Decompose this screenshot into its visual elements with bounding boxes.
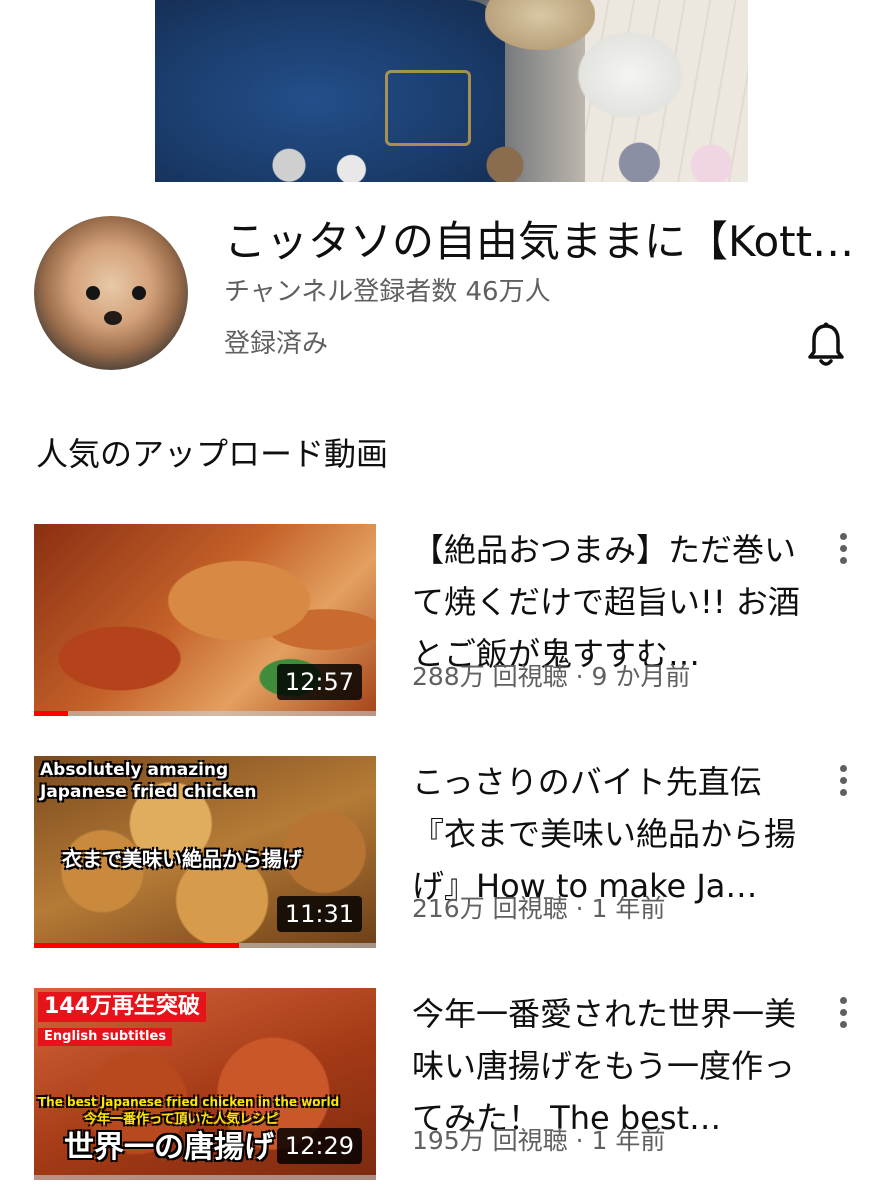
subscriber-count: チャンネル登録者数 46万人 <box>224 277 551 307</box>
video-meta: 288万 回視聴 · 9 か月前 <box>412 662 691 691</box>
watch-progress-track <box>34 711 376 716</box>
avatar-eye <box>86 286 100 300</box>
thumbnail-caption: English subtitles <box>38 1028 173 1046</box>
watch-progress-track <box>34 1175 376 1180</box>
bell-icon[interactable] <box>806 322 846 368</box>
watch-progress-fill <box>34 943 240 948</box>
thumbnail-caption: Absolutely amazing <box>40 760 229 780</box>
video-thumbnail[interactable]: 12:57 <box>34 524 376 716</box>
video-item[interactable]: 12:57 【絶品おつまみ】ただ巻いて焼くだけで超旨い!! お酒とご飯が鬼すすむ… <box>0 524 885 724</box>
more-options-icon[interactable] <box>832 994 854 1034</box>
banner-shirt-print <box>385 70 471 146</box>
thumbnail-caption: Japanese fried chicken <box>40 782 257 802</box>
video-duration: 12:29 <box>276 1128 362 1164</box>
video-duration: 12:57 <box>276 664 362 700</box>
banner-towel <box>575 30 685 120</box>
subscribed-button[interactable]: 登録済み <box>224 326 328 362</box>
channel-name[interactable]: こッタソの自由気ままに【Kotta… <box>224 216 874 268</box>
video-thumbnail[interactable]: Absolutely amazing Japanese fried chicke… <box>34 756 376 948</box>
video-item[interactable]: Absolutely amazing Japanese fried chicke… <box>0 756 885 956</box>
more-options-icon[interactable] <box>832 530 854 570</box>
video-title[interactable]: 【絶品おつまみ】ただ巻いて焼くだけで超旨い!! お酒とご飯が鬼すすむ… <box>412 524 800 680</box>
video-thumbnail[interactable]: 144万再生突破 English subtitles The best Japa… <box>34 988 376 1180</box>
thumbnail-caption: 今年一番作って頂いた人気レシピ <box>84 1112 279 1127</box>
watch-progress-fill <box>34 711 69 716</box>
thumbnail-caption: 144万再生突破 <box>38 992 206 1022</box>
avatar-nose <box>104 311 122 325</box>
thumbnail-caption: 世界一の唐揚げ <box>64 1130 274 1165</box>
video-duration: 11:31 <box>276 896 362 932</box>
thumbnail-caption: The best Japanese fried chicken in the w… <box>38 1095 340 1109</box>
avatar-eye <box>132 286 146 300</box>
video-meta: 216万 回視聴 · 1 年前 <box>412 894 666 923</box>
thumbnail-caption: 衣まで美味い絶品から揚げ <box>62 847 302 871</box>
banner-plush-toys <box>265 140 745 182</box>
channel-banner <box>155 0 748 182</box>
channel-avatar[interactable] <box>34 216 188 370</box>
video-meta: 195万 回視聴 · 1 年前 <box>412 1126 666 1155</box>
video-item[interactable]: 144万再生突破 English subtitles The best Japa… <box>0 988 885 1188</box>
video-title[interactable]: 今年一番愛された世界一美味い唐揚げをもう一度作ってみた！ The best… <box>412 988 800 1144</box>
channel-page: こッタソの自由気ままに【Kotta… チャンネル登録者数 46万人 登録済み 人… <box>0 0 885 1200</box>
video-title[interactable]: こっさりのバイト先直伝『衣まで美味い絶品から揚げ』How to make Ja… <box>412 756 800 912</box>
section-title: 人気のアップロード動画 <box>36 435 389 473</box>
more-options-icon[interactable] <box>832 762 854 802</box>
